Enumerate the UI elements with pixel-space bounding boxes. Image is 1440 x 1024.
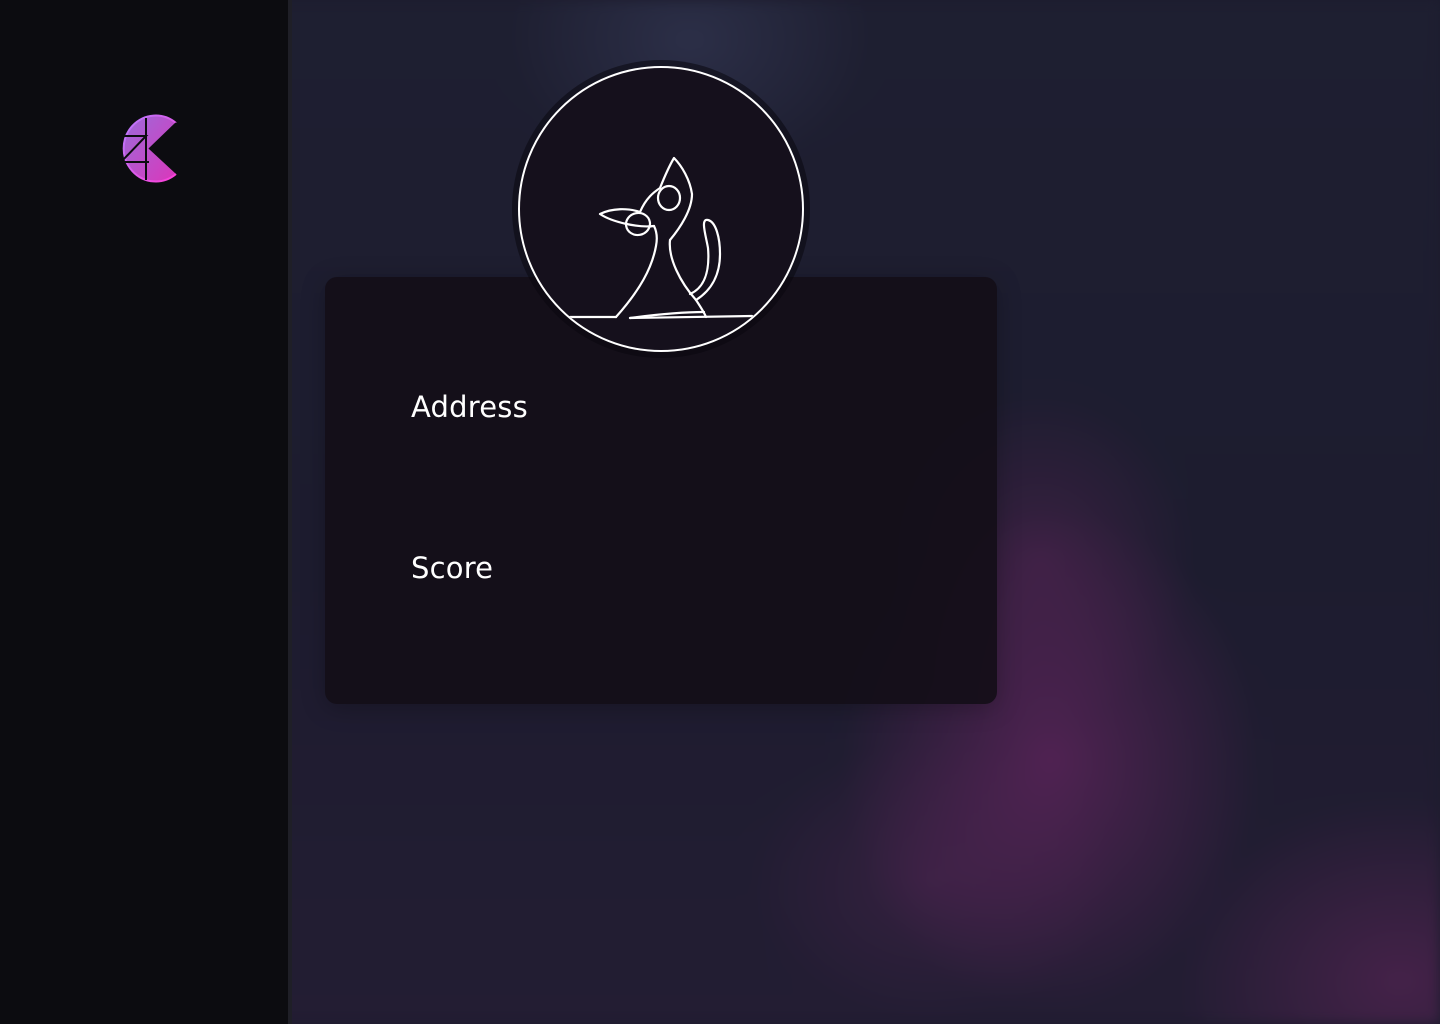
score-label: Score (411, 551, 494, 585)
address-label: Address (411, 390, 528, 424)
sidebar (0, 0, 292, 1024)
avatar (518, 66, 804, 352)
brand-logo-icon[interactable] (113, 114, 179, 184)
app-page: Address Score (0, 0, 1440, 1024)
cat-line-art-icon (568, 156, 754, 320)
